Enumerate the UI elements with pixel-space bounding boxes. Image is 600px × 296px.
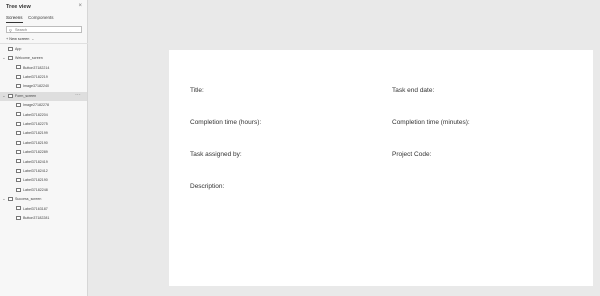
tree-item[interactable]: Image37182240 [0,83,87,92]
title-label: Title: [190,87,204,94]
project-code-label: Project Code: [392,151,432,158]
tree-item[interactable]: Button37182214 [0,64,87,73]
divider [0,43,88,44]
tree-view-title: Tree view [6,4,31,10]
tree-item-label: Form_screen [15,93,37,98]
tree-item[interactable]: App [0,45,87,54]
tree-item-label: Label37182419 [23,159,48,164]
new-screen-label: New screen [9,37,30,41]
label-control-icon [16,112,21,117]
new-screen-button[interactable]: + New screen ⌄ [6,37,34,41]
label-control-icon [16,159,21,164]
label-control-icon [16,206,21,211]
app-icon [8,46,13,51]
tab-screens[interactable]: Screens [6,15,23,20]
tree-item[interactable]: Label37182289 [0,148,87,157]
tree-item[interactable]: Label37182412 [0,167,87,176]
tree-item[interactable]: Label37163187 [0,205,87,214]
tree-item-label: Label37182275 [23,121,48,126]
active-tab-indicator [6,22,23,23]
tree-item[interactable]: Label37182204 [0,111,87,120]
tree-item[interactable]: Label37182219 [0,73,87,82]
tree-item[interactable]: Label37182190 [0,139,87,148]
button-control-icon [16,215,21,220]
label-control-icon [16,140,21,145]
image-control-icon [16,102,21,107]
label-control-icon [16,168,21,173]
description-label: Description: [190,183,225,190]
tree-view-panel: Tree view × Screens Components ⚲ + New s… [0,0,88,296]
tree-item-label: Image37182240 [23,84,49,89]
tree-item-label: Label37182190 [23,140,48,145]
label-control-icon [16,149,21,154]
tree-item-label: Label37182204 [23,112,48,117]
tree-item-label: Label37182248 [23,187,48,192]
label-control-icon [16,178,21,183]
tree-item[interactable]: Label37182199 [0,130,87,139]
screen-icon [8,93,13,98]
tree-item-label: Label37182289 [23,150,48,155]
tree-item[interactable]: Image27182278 [0,101,87,110]
label-control-icon [16,121,21,126]
search-box[interactable]: ⚲ [6,26,82,33]
tree-item-label: App [15,46,22,51]
tab-components[interactable]: Components [28,15,54,20]
button-control-icon [16,65,21,70]
tree-item[interactable]: Label37182419 [0,158,87,167]
plus-icon: + [6,37,9,41]
search-input[interactable] [15,27,79,32]
tree-item-label: Label37182190 [23,178,48,183]
label-control-icon [16,187,21,192]
task-end-date-label: Task end date: [392,87,435,94]
tree-item[interactable]: Button37182281 [0,214,87,223]
tree-item[interactable]: ⌄ Welcome_screen [0,54,87,63]
form-canvas[interactable]: Title: Task end date: Completion time (h… [169,50,593,286]
tree-item-label: Success_screen [15,197,42,202]
label-control-icon [16,131,21,136]
tree-item-label: Welcome_screen [15,56,43,61]
tree-item-label: Button37182214 [23,65,50,70]
tree-item-label: Label37182219 [23,74,48,79]
chevron-down-icon[interactable]: ⌄ [2,93,6,99]
image-control-icon [16,84,21,89]
tree-item-label: Image27182278 [23,103,49,108]
tree-item-label: Label37163187 [23,206,48,211]
chevron-down-icon[interactable]: ⌄ [2,196,6,202]
tree-item[interactable]: Label37182275 [0,120,87,129]
tree-item-label: Label37182412 [23,168,48,173]
label-control-icon [16,74,21,79]
chevron-down-icon: ⌄ [31,37,35,41]
close-icon[interactable]: × [78,3,82,10]
tree-item[interactable]: ⌄ Success_screen [0,195,87,204]
tree-item[interactable]: Label37182190 [0,177,87,186]
completion-hours-label: Completion time (hours): [190,119,262,126]
screen-icon [8,55,13,60]
more-options-icon[interactable]: ··· [75,92,81,98]
tree-item-label: Button37182281 [23,215,50,220]
screen-icon [8,196,13,201]
tree-item-label: Label37182199 [23,131,48,136]
completion-minutes-label: Completion time (minutes): [392,119,470,126]
tree-item[interactable]: Label37182248 [0,186,87,195]
tree-item[interactable]: ⌄ Form_screen ··· [0,92,87,101]
task-assigned-by-label: Task assigned by: [190,151,242,158]
search-icon: ⚲ [9,27,12,33]
chevron-down-icon[interactable]: ⌄ [2,55,6,61]
